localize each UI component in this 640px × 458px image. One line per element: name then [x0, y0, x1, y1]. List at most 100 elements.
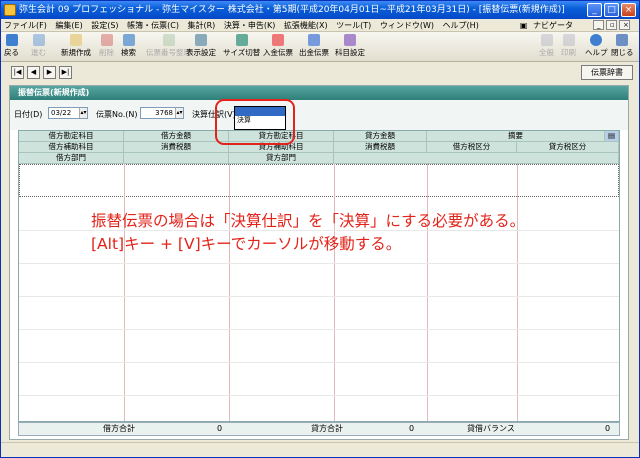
date-input[interactable]: 03/22 ▴▾ — [48, 107, 88, 119]
grid-divider — [124, 164, 125, 421]
delete-button[interactable]: 削除 — [99, 34, 114, 60]
col-debit-tax-class: 借方税区分 — [427, 142, 517, 153]
search-icon — [122, 34, 135, 46]
general-button[interactable]: 全般 — [539, 34, 554, 60]
grid-divider — [517, 164, 518, 421]
grid-row-line — [19, 329, 619, 330]
account-settings-label: 科目設定 — [335, 48, 365, 57]
menu-edit[interactable]: 編集(E) — [52, 19, 85, 32]
renumber-label: 伝票番号整理 — [146, 48, 191, 57]
deposit-slip-button[interactable]: 入金伝票 — [263, 34, 293, 60]
menu-settings[interactable]: 設定(S) — [88, 19, 121, 32]
col-debit-account: 借方勘定科目 — [19, 131, 124, 142]
highlight-annotation — [215, 99, 295, 145]
delete-label: 削除 — [99, 48, 114, 57]
instruction-annotation: 振替伝票の場合は「決算仕訳」を「決算」にする必要がある。 [Alt]キー + [… — [91, 210, 571, 256]
memo-dictionary-icon[interactable]: ▤ — [605, 131, 619, 142]
renumber-button[interactable]: 伝票番号整理 — [146, 34, 191, 60]
new-button[interactable]: 新規作成 — [61, 34, 91, 60]
navigator-button[interactable]: ▣ ナビゲータ — [517, 19, 579, 32]
main-window: 弥生会計 09 プロフェッショナル - 弥生マイスター 株式会社・第5期(平成2… — [0, 0, 640, 458]
grid-row-line — [19, 395, 619, 396]
menu-window[interactable]: ウィンドウ(W) — [377, 19, 437, 32]
general-label: 全般 — [539, 48, 554, 57]
slip-no-input[interactable]: 3768 ▴▾ — [140, 107, 184, 119]
forward-icon — [32, 34, 45, 46]
last-record-button[interactable]: ▶| — [59, 66, 72, 79]
slip-no-label: 伝票No.(N) — [96, 110, 138, 119]
title-bar: 弥生会計 09 プロフェッショナル - 弥生マイスター 株式会社・第5期(平成2… — [1, 1, 639, 19]
record-navigation: |◀ ◀ ▶ ▶| 伝票辞書 — [5, 64, 637, 82]
deposit-slip-icon — [272, 34, 284, 46]
minimize-button[interactable]: _ — [587, 3, 602, 17]
prev-record-button[interactable]: ◀ — [27, 66, 40, 79]
close-form-icon — [616, 34, 629, 46]
app-icon — [4, 4, 16, 16]
col-credit-amount: 貸方金額 — [334, 131, 427, 142]
instruction-line-1: 振替伝票の場合は「決算仕訳」を「決算」にする必要がある。 — [91, 212, 526, 230]
navigator-label: ナビゲータ — [533, 21, 573, 30]
back-icon — [5, 34, 18, 46]
menu-aggregate[interactable]: 集計(R) — [184, 19, 218, 32]
menu-extensions[interactable]: 拡張機能(X) — [281, 19, 331, 32]
slip-no-spin-icon[interactable]: ▴▾ — [175, 108, 183, 118]
close-button[interactable]: × — [621, 3, 636, 17]
delete-icon — [100, 34, 113, 46]
active-entry-row[interactable] — [19, 164, 619, 197]
account-settings-icon — [344, 34, 356, 46]
menu-file[interactable]: ファイル(F) — [1, 19, 50, 32]
col-credit-dept: 貸方部門 — [229, 153, 334, 164]
menu-closing[interactable]: 決算・申告(K) — [221, 19, 279, 32]
renumber-icon — [162, 34, 175, 46]
date-spin-icon[interactable]: ▴▾ — [79, 108, 87, 118]
help-icon — [590, 34, 603, 46]
menu-books[interactable]: 帳簿・伝票(C) — [124, 19, 182, 32]
slip-dictionary-button[interactable]: 伝票辞書 — [581, 65, 633, 80]
status-bar — [1, 442, 639, 457]
mdi-restore-icon[interactable]: ▫ — [606, 20, 617, 30]
close-form-button[interactable]: 閉じる — [611, 34, 634, 60]
size-toggle-label: サイズ切替 — [223, 48, 261, 57]
search-label: 検索 — [121, 48, 136, 57]
withdrawal-slip-icon — [308, 34, 320, 46]
new-label: 新規作成 — [61, 48, 91, 57]
first-record-button[interactable]: |◀ — [11, 66, 24, 79]
forward-button[interactable]: 進む — [31, 34, 46, 60]
col-credit-tax-class: 貸方税区分 — [517, 142, 619, 153]
back-button[interactable]: 戻る — [4, 34, 19, 60]
next-record-button[interactable]: ▶ — [43, 66, 56, 79]
help-label: ヘルプ — [585, 48, 608, 57]
transfer-slip-panel: 振替伝票(新規作成) 日付(D) 03/22 ▴▾ 伝票No.(N) 3768 ▴▾… — [9, 85, 629, 440]
form-title: 振替伝票(新規作成) — [10, 86, 628, 100]
general-icon — [540, 34, 553, 46]
print-button[interactable]: 印刷 — [561, 34, 576, 60]
help-button[interactable]: ヘルプ — [585, 34, 608, 60]
withdrawal-slip-button[interactable]: 出金伝票 — [299, 34, 329, 60]
journal-grid: 借方勘定科目 借方金額 貸方勘定科目 貸方金額 摘要 ▤ 借方補助科目 消費税額… — [18, 130, 620, 422]
display-settings-icon — [195, 34, 207, 46]
menu-tools[interactable]: ツール(T) — [333, 19, 374, 32]
grid-divider — [334, 164, 335, 421]
search-button[interactable]: 検索 — [121, 34, 136, 60]
mdi-close-icon[interactable]: × — [619, 20, 630, 30]
print-label: 印刷 — [561, 48, 576, 57]
slip-fields: 日付(D) 03/22▴▾ 伝票No.(N) 3768▴▾ 決算仕訳(V) ▼ — [10, 100, 628, 130]
new-document-icon — [70, 34, 82, 46]
size-toggle-button[interactable]: サイズ切替 — [223, 34, 260, 60]
grid-row-line — [19, 263, 619, 264]
grid-divider — [229, 164, 230, 421]
mdi-minimize-icon[interactable]: _ — [593, 20, 604, 30]
balance-value: 0 — [605, 424, 611, 433]
credit-total-label: 貸方合計 — [311, 424, 343, 433]
col-memo: 摘要 — [427, 131, 605, 142]
display-settings-button[interactable]: 表示設定 — [186, 34, 216, 60]
balance-label: 貸借バランス — [467, 424, 515, 433]
account-settings-button[interactable]: 科目設定 — [335, 34, 365, 60]
col-debit-amount: 借方金額 — [124, 131, 229, 142]
header-blank-1 — [124, 153, 229, 164]
menu-help[interactable]: ヘルプ(H) — [440, 19, 482, 32]
maximize-button[interactable]: □ — [604, 3, 619, 17]
forward-label: 進む — [31, 48, 46, 57]
slip-no-value: 3768 — [155, 109, 173, 117]
totals-bar: 借方合計 0 貸方合計 0 貸借バランス 0 — [18, 422, 620, 436]
